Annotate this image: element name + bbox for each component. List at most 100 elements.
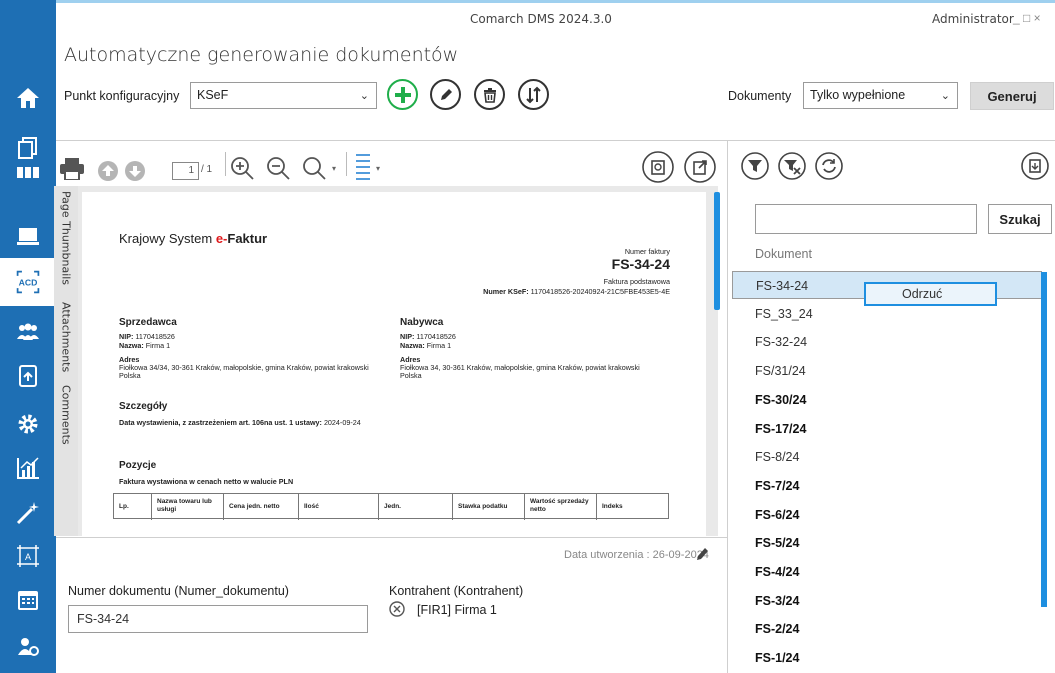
export-document-button[interactable] bbox=[684, 151, 716, 188]
sort-button[interactable] bbox=[518, 79, 549, 110]
documents-filter-select[interactable]: Tylko wypełnione ⌄ bbox=[803, 82, 958, 109]
edit-button[interactable] bbox=[430, 79, 461, 110]
seller-address: Fiołkowa 34/34, 30-361 Kraków, małopolsk… bbox=[119, 363, 369, 372]
column-header: Lp. bbox=[114, 494, 152, 520]
list-item[interactable]: FS-8/24 bbox=[732, 443, 1042, 471]
pencil-icon[interactable] bbox=[696, 546, 709, 566]
document-column-header: Dokument bbox=[755, 247, 812, 261]
left-sidebar: ACD A bbox=[0, 0, 56, 673]
print-icon[interactable] bbox=[59, 158, 85, 185]
contractor-label: Kontrahent (Kontrahent) bbox=[389, 584, 524, 598]
invoice-type: Faktura podstawowa bbox=[603, 277, 670, 286]
column-header: Nazwa towaru lub usługi bbox=[152, 494, 224, 520]
monitor-icon[interactable] bbox=[0, 210, 56, 262]
column-header: Cena jedn. netto bbox=[224, 494, 299, 520]
window-controls[interactable]: _ □ × bbox=[1013, 11, 1041, 25]
generate-button[interactable]: Generuj bbox=[970, 82, 1054, 110]
list-item[interactable]: FS-5/24 bbox=[732, 529, 1042, 557]
zoom-icon[interactable] bbox=[301, 155, 327, 186]
list-item[interactable]: FS-1/24 bbox=[732, 644, 1042, 672]
user-name: Administrator bbox=[932, 12, 1014, 26]
export-image-button[interactable] bbox=[642, 151, 674, 188]
user-settings-icon[interactable] bbox=[0, 620, 56, 672]
list-item[interactable]: FS-32-24 bbox=[732, 328, 1042, 356]
documents-filter-value: Tylko wypełnione bbox=[810, 88, 906, 102]
chevron-down-icon: ⌄ bbox=[359, 90, 369, 102]
calendar-icon[interactable] bbox=[0, 574, 56, 626]
clear-contractor-icon[interactable] bbox=[389, 601, 405, 622]
tab-attachments[interactable]: Attachments bbox=[56, 298, 76, 376]
config-point-label: Punkt konfiguracyjny bbox=[64, 89, 180, 103]
seller-country: Polska bbox=[119, 371, 141, 380]
items-heading: Pozycje bbox=[119, 460, 157, 471]
clear-filter-button[interactable] bbox=[778, 152, 806, 185]
list-item[interactable]: FS-7/24 bbox=[732, 472, 1042, 500]
created-date: Data utworzenia : 26-09-2024 bbox=[564, 549, 709, 561]
config-point-select[interactable]: KSeF ⌄ bbox=[190, 82, 377, 109]
column-header: Jedn. bbox=[379, 494, 453, 520]
sort-icon bbox=[525, 86, 541, 103]
add-button[interactable] bbox=[387, 79, 418, 110]
viewer-scrollbar[interactable] bbox=[714, 192, 720, 310]
acd-icon[interactable]: ACD bbox=[0, 258, 56, 306]
document-number-field[interactable]: FS-34-24 bbox=[68, 605, 368, 633]
items-table: Lp. Nazwa towaru lub usługi Cena jedn. n… bbox=[113, 493, 669, 520]
divider bbox=[225, 152, 226, 176]
tab-page-thumbnails[interactable]: Page Thumbnails bbox=[56, 190, 76, 286]
plus-icon bbox=[394, 86, 411, 103]
column-header: Ilość bbox=[299, 494, 379, 520]
top-accent-line bbox=[56, 0, 1055, 3]
list-item[interactable]: FS-30/24 bbox=[732, 386, 1042, 414]
page-up-icon[interactable] bbox=[97, 160, 119, 187]
page-title: Automatyczne generowanie dokumentów bbox=[64, 44, 459, 66]
svg-text:ACD: ACD bbox=[19, 277, 38, 287]
divider bbox=[56, 537, 727, 538]
import-document-button[interactable] bbox=[1021, 152, 1049, 185]
buyer-name: Firma 1 bbox=[426, 341, 452, 350]
list-item[interactable]: FS-3/24 bbox=[732, 587, 1042, 615]
page-number-input[interactable]: 1 bbox=[172, 162, 199, 180]
issue-date: 2024-09-24 bbox=[323, 418, 361, 427]
tab-comments[interactable]: Comments bbox=[56, 382, 76, 448]
list-item[interactable]: FS-17/24 bbox=[732, 415, 1042, 443]
filter-button[interactable] bbox=[741, 152, 769, 185]
contractor-value[interactable]: [FIR1] Firma 1 bbox=[417, 603, 497, 617]
search-button[interactable]: Szukaj bbox=[988, 204, 1052, 234]
buyer-nip: 1170418526 bbox=[416, 332, 456, 341]
list-item[interactable]: FS/31/24 bbox=[732, 357, 1042, 385]
invoice-number: FS-34-24 bbox=[611, 256, 670, 272]
config-point-value: KSeF bbox=[197, 88, 229, 102]
document-number-label: Numer dokumentu (Numer_dokumentu) bbox=[68, 584, 289, 598]
zoom-dropdown-icon[interactable]: ▾ bbox=[332, 164, 336, 173]
chevron-down-icon: ⌄ bbox=[940, 90, 950, 102]
viewer-side-tabs: Page Thumbnails Attachments Comments bbox=[54, 186, 78, 536]
grid-icon[interactable] bbox=[0, 147, 56, 199]
pencil-icon bbox=[440, 88, 452, 100]
buyer-country: Polska bbox=[400, 371, 422, 380]
search-input[interactable] bbox=[755, 204, 977, 234]
documents-label: Dokumenty bbox=[728, 89, 792, 103]
list-item[interactable]: FS-6/24 bbox=[732, 501, 1042, 529]
column-header: Indeks bbox=[602, 503, 623, 510]
page-layout-icon[interactable] bbox=[354, 153, 376, 186]
issue-date-label: Data wystawienia, z zastrzeżeniem art. 1… bbox=[119, 418, 322, 427]
refresh-button[interactable] bbox=[815, 152, 843, 185]
list-item[interactable]: FS-2/24 bbox=[732, 615, 1042, 643]
invoice-page: Krajowy System e-Faktur Numer faktury FS… bbox=[82, 192, 706, 536]
home-icon[interactable] bbox=[0, 72, 56, 124]
ksef-number: 1170418526-20240924-21C5FBE453E5-4E bbox=[530, 287, 670, 296]
divider bbox=[346, 152, 347, 176]
trash-icon bbox=[483, 87, 496, 103]
layout-dropdown-icon[interactable]: ▾ bbox=[376, 164, 380, 173]
list-scrollbar[interactable] bbox=[1041, 272, 1047, 607]
delete-button[interactable] bbox=[474, 79, 505, 110]
page-down-icon[interactable] bbox=[124, 160, 146, 187]
divider bbox=[56, 140, 1055, 141]
reject-menu-item[interactable]: Odrzuć bbox=[864, 282, 997, 306]
seller-nip: 1170418526 bbox=[135, 332, 175, 341]
document-edit-icon[interactable] bbox=[0, 350, 56, 402]
list-item[interactable]: FS-4/24 bbox=[732, 558, 1042, 586]
ksef-label: Numer KSeF: bbox=[483, 287, 529, 296]
zoom-out-icon[interactable] bbox=[265, 155, 291, 186]
zoom-in-icon[interactable] bbox=[229, 155, 255, 186]
